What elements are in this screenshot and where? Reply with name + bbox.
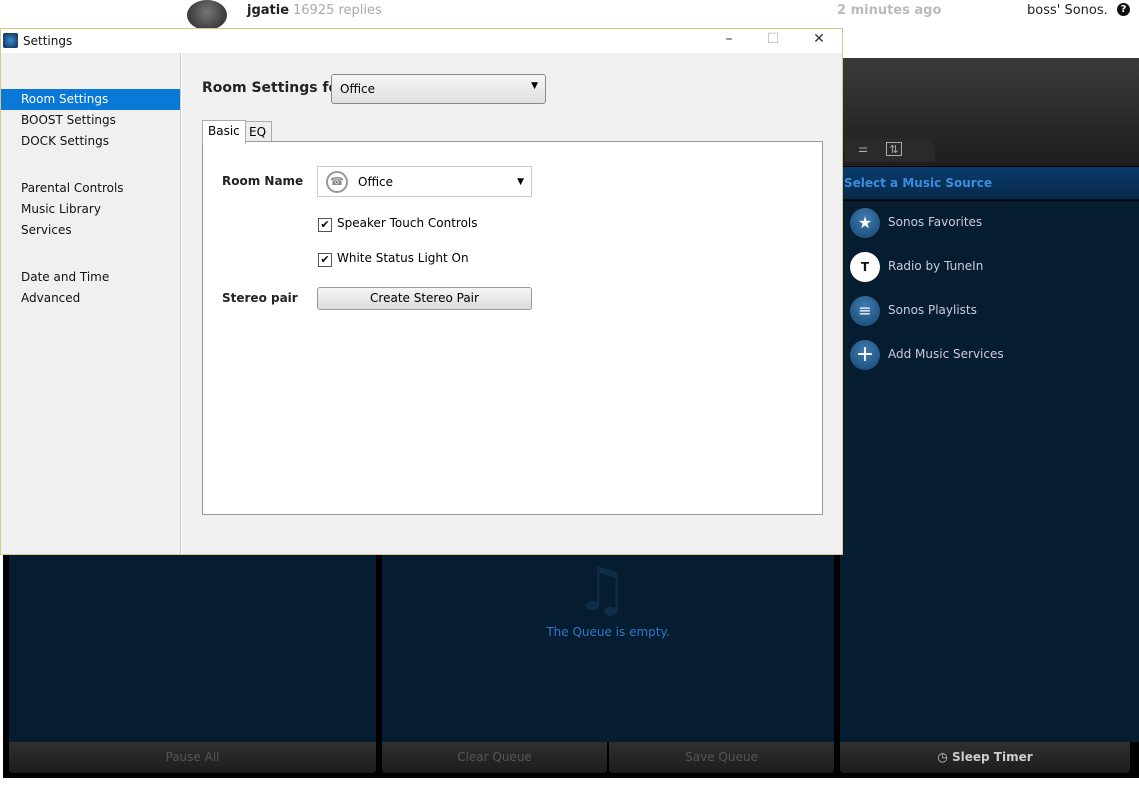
music-source-header: Select a Music Source (840, 167, 1139, 200)
window-title: Settings (23, 34, 73, 48)
room-settings-heading: Room Settings for (202, 80, 346, 96)
close-button[interactable]: ✕ (804, 31, 834, 51)
sidebar-item-parental-controls[interactable]: Parental Controls (1, 178, 180, 199)
minimize-button[interactable]: – (714, 31, 744, 51)
forum-post-header: jgatie 16925 replies 2 minutes ago boss'… (0, 0, 1139, 30)
white-status-light-checkbox[interactable]: ✔ (318, 253, 332, 267)
queue-empty-message: The Queue is empty. (546, 625, 670, 639)
room-select-value: Office (340, 82, 376, 96)
source-label: Radio by TuneIn (888, 259, 984, 273)
sleep-timer-label: Sleep Timer (951, 750, 1033, 764)
tab-eq[interactable]: EQ (243, 121, 273, 143)
reply-count: 16925 replies (293, 3, 382, 18)
star-icon: ★ (850, 208, 880, 238)
save-queue-button[interactable]: Save Queue (609, 742, 834, 773)
username[interactable]: jgatie (247, 3, 289, 18)
source-add-music-services[interactable]: + Add Music Services (850, 337, 1130, 373)
sidebar-item-music-library[interactable]: Music Library (1, 199, 180, 220)
sliders-icon[interactable]: ⚌ (855, 142, 871, 156)
white-status-light-label: White Status Light On (337, 251, 469, 265)
sidebar-item-services[interactable]: Services (1, 220, 180, 241)
settings-content: Room Settings for Office ▼ Basic EQ Room … (182, 53, 842, 554)
room-name-dropdown[interactable]: ☎ Office ▼ (317, 166, 532, 197)
room-name-label: Room Name (222, 174, 304, 188)
help-icon[interactable]: ? (1117, 3, 1130, 16)
sort-icon[interactable]: ⇅ (886, 142, 902, 156)
sidebar-item-room-settings[interactable]: Room Settings (1, 89, 180, 110)
source-tunein[interactable]: T Radio by TuneIn (850, 249, 1130, 285)
music-source-list: ★ Sonos Favorites T Radio by TuneIn ≡ Sonos… (840, 201, 1139, 742)
clock-icon: ◷ (937, 750, 952, 764)
maximize-button[interactable]: ☐ (758, 31, 788, 51)
pause-all-button[interactable]: Pause All (9, 742, 376, 773)
plus-icon: + (850, 340, 880, 370)
room-select-dropdown[interactable]: Office ▼ (331, 74, 546, 104)
sonos-app-icon (3, 33, 18, 48)
music-note-icon: ♫ (575, 555, 629, 625)
source-label: Sonos Playlists (888, 303, 977, 317)
playlist-icon: ≡ (850, 296, 880, 326)
sidebar-item-date-and-time[interactable]: Date and Time (1, 267, 180, 288)
basic-tab-panel: Room Name ☎ Office ▼ ✔ Speaker Touch Contr… (202, 141, 823, 515)
source-sonos-playlists[interactable]: ≡ Sonos Playlists (850, 293, 1130, 329)
chevron-down-icon: ▼ (531, 81, 538, 91)
source-label: Add Music Services (888, 347, 1004, 361)
avatar[interactable] (187, 0, 227, 30)
rooms-panel (9, 554, 376, 742)
clear-queue-button[interactable]: Clear Queue (382, 742, 607, 773)
timestamp: 2 minutes ago (837, 3, 942, 18)
sidebar-item-advanced[interactable]: Advanced (1, 288, 180, 309)
tunein-icon: T (850, 252, 880, 282)
settings-sidebar: Room Settings BOOST Settings DOCK Settin… (1, 53, 181, 554)
create-stereo-pair-button[interactable]: Create Stereo Pair (317, 287, 532, 310)
room-icon: ☎ (326, 171, 348, 193)
sidebar-item-dock-settings[interactable]: DOCK Settings (1, 131, 180, 152)
settings-window: Settings – ☐ ✕ Room Settings BOOST Setti… (0, 28, 843, 555)
title-bar: Settings – ☐ ✕ (1, 29, 842, 53)
post-title: boss' Sonos. (1027, 3, 1108, 18)
stereo-pair-label: Stereo pair (222, 291, 298, 305)
sleep-timer-button[interactable]: ◷ Sleep Timer (840, 742, 1130, 773)
source-label: Sonos Favorites (888, 215, 983, 229)
sidebar-item-boost-settings[interactable]: BOOST Settings (1, 110, 180, 131)
source-sonos-favorites[interactable]: ★ Sonos Favorites (850, 205, 1130, 241)
speaker-touch-controls-checkbox[interactable]: ✔ (318, 218, 332, 232)
music-source-title: Select a Music Source (844, 176, 992, 190)
speaker-touch-controls-label: Speaker Touch Controls (337, 216, 478, 230)
tab-basic[interactable]: Basic (202, 120, 246, 144)
chevron-down-icon: ▼ (517, 177, 524, 187)
room-name-value: Office (358, 175, 394, 189)
